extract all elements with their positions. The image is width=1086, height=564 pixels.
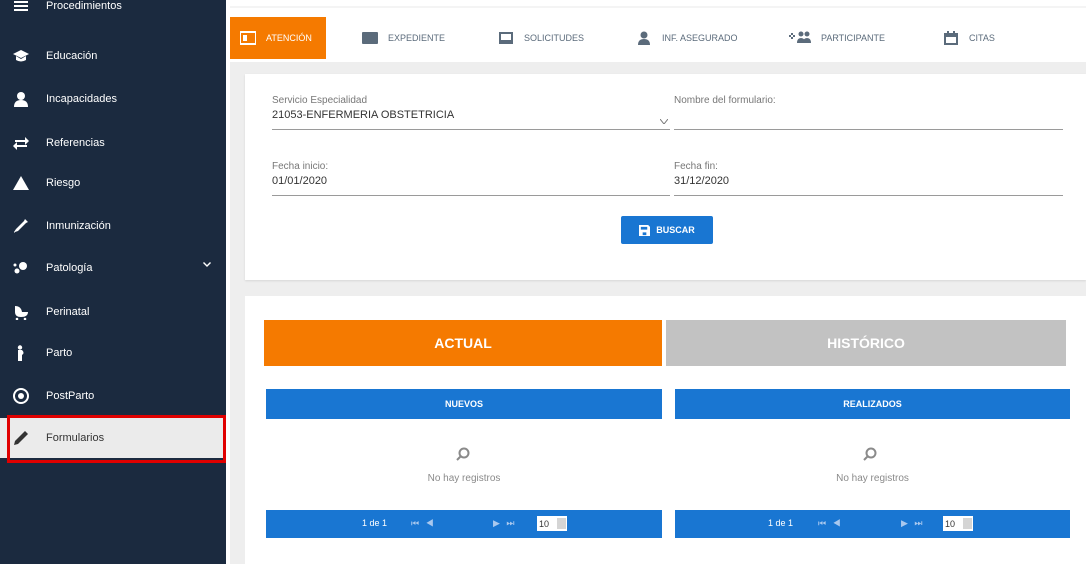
next-last-page-icons[interactable]: ▶ ⏭	[493, 518, 517, 529]
syringe-icon	[12, 217, 30, 235]
first-prev-page-icons[interactable]: ⏮ ◀	[818, 518, 843, 529]
users-plus-icon	[789, 30, 811, 46]
id-card-icon	[240, 30, 256, 46]
field-value: 31/12/2020	[674, 175, 730, 187]
results-card: ACTUAL HISTÓRICO NUEVOS No hay registros…	[245, 296, 1086, 564]
sidebar-item-label: Perinatal	[46, 306, 90, 318]
tab-label: PARTICIPANTE	[821, 33, 886, 43]
sidebar-item-referencias[interactable]: Referencias	[0, 123, 226, 163]
actual-tab-button[interactable]: ACTUAL	[264, 320, 662, 366]
calendar-icon	[943, 30, 959, 46]
virus-icon	[12, 259, 30, 277]
save-icon	[639, 224, 651, 236]
chevron-down-icon	[557, 518, 566, 529]
pencil-icon	[12, 429, 30, 447]
page-info: 1 de 1	[362, 518, 388, 528]
sidebar-item-label: Incapacidades	[46, 93, 117, 105]
sidebar-item-patologia[interactable]: Patología	[0, 248, 226, 288]
field-label: Servicio Especialidad	[272, 95, 368, 106]
page-info: 1 de 1	[768, 518, 794, 528]
panel-title: REALIZADOS	[675, 389, 1070, 419]
warning-icon	[12, 174, 30, 192]
nuevos-panel: NUEVOS No hay registros 1 de 1 ⏮ ◀ ▶ ⏭ 1…	[266, 389, 662, 549]
sidebar-item-inmunizacion[interactable]: Inmunización	[0, 206, 226, 246]
tab-bar: ATENCIÓN EXPEDIENTE SOLICITUDES INF. ASE…	[230, 6, 1086, 62]
tab-citas[interactable]: CITAS	[943, 17, 995, 59]
nombre-formulario-field[interactable]: Nombre del formulario:	[674, 95, 1063, 130]
tab-participante[interactable]: PARTICIPANTE	[789, 17, 885, 59]
page-size-select[interactable]: 10	[537, 516, 567, 531]
graduation-cap-icon	[12, 47, 30, 65]
sidebar-item-formularios[interactable]: Formularios	[0, 418, 226, 458]
search-icon	[455, 446, 471, 462]
page-size-select[interactable]: 10	[943, 516, 973, 531]
chevron-down-icon	[660, 119, 668, 124]
sidebar-item-label: Referencias	[46, 137, 105, 149]
exchange-icon	[12, 134, 30, 152]
sidebar-item-label: Patología	[46, 262, 93, 274]
next-last-page-icons[interactable]: ▶ ⏭	[901, 518, 925, 529]
sidebar-item-riesgo[interactable]: Riesgo	[0, 163, 226, 203]
field-value: 21053-ENFERMERIA OBSTETRICIA	[272, 109, 455, 121]
field-label: Nombre del formulario:	[674, 95, 776, 106]
tab-inf-asegurado[interactable]: INF. ASEGURADO	[636, 17, 738, 59]
sidebar-item-label: Formularios	[46, 432, 105, 444]
inbox-icon	[498, 30, 514, 46]
servicio-especialidad-select[interactable]: Servicio Especialidad 21053-ENFERMERIA O…	[272, 95, 670, 130]
buscar-button[interactable]: BUSCAR	[621, 216, 713, 244]
empty-message: No hay registros	[836, 473, 909, 484]
sidebar-item-procedimientos[interactable]: Procedimientos	[0, 0, 226, 26]
tab-label: EXPEDIENTE	[388, 33, 446, 43]
chevron-down-icon[interactable]	[202, 260, 212, 270]
tab-label: CITAS	[969, 33, 995, 43]
sidebar-item-label: Procedimientos	[46, 0, 122, 12]
baby-carriage-icon	[12, 303, 30, 321]
tab-label: SOLICITUDES	[524, 33, 585, 43]
buscar-label: BUSCAR	[656, 225, 695, 235]
sidebar-item-label: Inmunización	[46, 220, 111, 232]
fecha-fin-field[interactable]: Fecha fin: 31/12/2020	[674, 161, 1063, 196]
sidebar-item-incapacidades[interactable]: Incapacidades	[0, 79, 226, 119]
user-icon	[12, 90, 30, 108]
search-icon	[862, 446, 878, 462]
page-size-value: 10	[539, 518, 550, 529]
sidebar-item-parto[interactable]: Parto	[0, 333, 226, 373]
filter-card: Servicio Especialidad 21053-ENFERMERIA O…	[245, 74, 1086, 280]
empty-message: No hay registros	[427, 473, 501, 484]
fecha-inicio-field[interactable]: Fecha inicio: 01/01/2020	[272, 161, 670, 196]
historico-tab-button[interactable]: HISTÓRICO	[666, 320, 1066, 366]
panel-title: NUEVOS	[266, 389, 662, 419]
circle-face-icon	[12, 387, 30, 405]
list-icon	[12, 0, 30, 15]
field-label: Fecha fin:	[674, 161, 718, 172]
sidebar-item-label: Riesgo	[46, 177, 81, 189]
tab-solicitudes[interactable]: SOLICITUDES	[498, 17, 584, 59]
sidebar: Procedimientos Educación Incapacidades R…	[0, 0, 226, 564]
chevron-down-icon	[963, 518, 972, 529]
sidebar-item-postparto[interactable]: PostParto	[0, 376, 226, 416]
paginator: 1 de 1 ⏮ ◀ ▶ ⏭ 10	[266, 510, 662, 538]
tab-atencion[interactable]: ATENCIÓN	[230, 17, 326, 59]
pregnant-icon	[12, 344, 30, 362]
paginator: 1 de 1 ⏮ ◀ ▶ ⏭ 10	[675, 510, 1070, 538]
sidebar-item-educacion[interactable]: Educación	[0, 36, 226, 76]
tab-label: ATENCIÓN	[266, 33, 312, 43]
sidebar-item-label: Parto	[46, 347, 73, 359]
page-size-value: 10	[945, 518, 956, 529]
address-card-icon	[362, 30, 378, 46]
sidebar-item-perinatal[interactable]: Perinatal	[0, 292, 226, 332]
field-value: 01/01/2020	[272, 175, 328, 187]
field-label: Fecha inicio:	[272, 161, 329, 172]
sidebar-item-label: Educación	[46, 50, 98, 62]
first-prev-page-icons[interactable]: ⏮ ◀	[411, 518, 436, 529]
sidebar-item-label: PostParto	[46, 390, 95, 402]
tab-label: INF. ASEGURADO	[662, 33, 738, 43]
user-icon	[636, 30, 652, 46]
realizados-panel: REALIZADOS No hay registros 1 de 1 ⏮ ◀ ▶…	[675, 389, 1070, 549]
tab-expediente[interactable]: EXPEDIENTE	[362, 17, 445, 59]
